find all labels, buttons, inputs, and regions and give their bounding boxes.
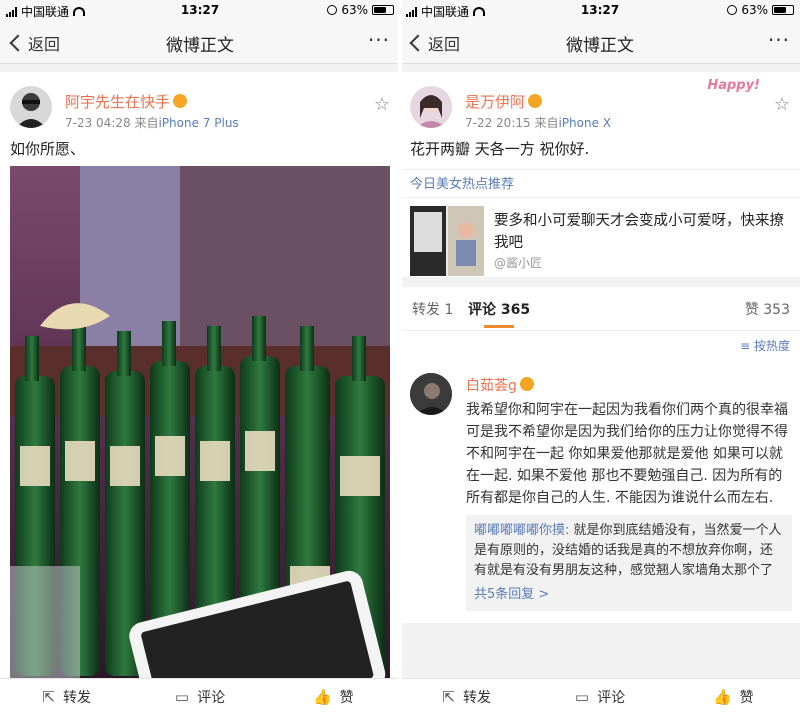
commenter-avatar[interactable] bbox=[410, 373, 452, 415]
post-photo[interactable]: 纯生 bbox=[10, 166, 390, 680]
repost-label: 转发 bbox=[62, 689, 91, 706]
commenter-name[interactable]: 白茹荟g bbox=[466, 375, 534, 395]
username-text: 阿宇先生在快手 bbox=[65, 93, 171, 111]
left-screenshot: 中国联通 13:27 63% 返回 微博正文 ··· 阿宇先生在快手 7-23 … bbox=[0, 0, 400, 714]
recommend-title: 要多和小可爱聊天才会变成小可爱呀，快来撩我吧 bbox=[494, 213, 784, 251]
status-right: 63% bbox=[727, 3, 794, 17]
vip-badge-icon bbox=[528, 94, 543, 108]
thumbs-up-icon: 👍 bbox=[712, 687, 732, 706]
panel-divider bbox=[398, 0, 402, 714]
sort-by-hot-button[interactable]: ≡ 按热度 bbox=[740, 337, 790, 354]
post-source[interactable]: iPhone 7 Plus bbox=[158, 116, 238, 130]
comment-tabs: 转发 1 评论 365 赞 353 bbox=[400, 287, 800, 331]
repost-icon: ⇱ bbox=[42, 687, 55, 706]
repost-button[interactable]: ⇱ 转发 bbox=[0, 679, 133, 714]
right-screenshot: 中国联通 13:27 63% 返回 微博正文 ··· 是万伊阿 7-22 20:… bbox=[400, 0, 800, 714]
post-text: 如你所愿、 bbox=[10, 140, 86, 158]
recommend-author: @酱小匠 bbox=[494, 256, 543, 270]
comment-label: 评论 bbox=[597, 689, 626, 706]
repost-icon: ⇱ bbox=[442, 687, 455, 706]
status-bar: 中国联通 13:27 63% bbox=[400, 0, 800, 20]
active-tab-indicator bbox=[484, 325, 514, 328]
repost-label: 转发 bbox=[462, 689, 491, 706]
source-prefix: 来自 bbox=[134, 116, 159, 130]
recommend-thumbnail bbox=[410, 206, 484, 276]
username-text: 是万伊阿 bbox=[465, 93, 526, 111]
nav-bar: 返回 微博正文 ··· bbox=[0, 20, 400, 64]
comment-text: 我希望你和阿宇在一起因为我看你们两个真的很幸福 可是我不希望你是因为我们给你的压… bbox=[466, 402, 788, 506]
post-time: 7-22 20:15 bbox=[465, 116, 531, 130]
nav-bar: 返回 微博正文 ··· bbox=[400, 20, 800, 64]
status-bar: 中国联通 13:27 63% bbox=[0, 0, 400, 20]
like-button[interactable]: 👍 赞 bbox=[267, 679, 400, 714]
vip-badge-icon bbox=[173, 94, 188, 108]
reply-author[interactable]: 嘟嘟嘟嘟嘟你摸: bbox=[474, 523, 569, 538]
vip-badge-icon bbox=[519, 377, 534, 391]
tab-comment[interactable]: 评论 365 bbox=[468, 299, 530, 319]
comment-label: 评论 bbox=[197, 689, 226, 706]
avatar[interactable] bbox=[10, 86, 52, 128]
comment-icon: ▭ bbox=[574, 687, 590, 706]
post-meta: 7-23 04:28 来自iPhone 7 Plus bbox=[65, 114, 239, 131]
thumbs-up-icon: 👍 bbox=[312, 687, 332, 706]
source-prefix: 来自 bbox=[534, 116, 559, 130]
post-header: 是万伊阿 7-22 20:15 来自iPhone X Happy! ☆ bbox=[400, 72, 800, 132]
recommend-label[interactable]: 今日美女热点推荐 bbox=[400, 169, 800, 197]
commenter-name-text: 白茹荟g bbox=[466, 378, 517, 394]
battery-icon bbox=[772, 5, 794, 15]
post-source[interactable]: iPhone X bbox=[558, 116, 611, 130]
favorite-star-icon[interactable]: ☆ bbox=[374, 94, 390, 115]
bottom-toolbar: ⇱ 转发 ▭ 评论 👍 赞 bbox=[0, 678, 400, 714]
username[interactable]: 阿宇先生在快手 bbox=[65, 91, 188, 112]
more-button[interactable]: ··· bbox=[368, 28, 390, 52]
status-right: 63% bbox=[327, 3, 394, 17]
recommend-card[interactable]: 要多和小可爱聊天才会变成小可爱呀，快来撩我吧 @酱小匠 bbox=[400, 197, 800, 277]
rotation-lock-icon bbox=[727, 5, 738, 15]
tab-like[interactable]: 赞 353 bbox=[745, 299, 790, 319]
avatar[interactable] bbox=[410, 86, 452, 128]
like-label: 赞 bbox=[339, 689, 354, 706]
battery-percent: 63% bbox=[341, 3, 368, 17]
rotation-lock-icon bbox=[327, 5, 338, 15]
comment-item: 白茹荟g 我希望你和阿宇在一起因为我看你们两个真的很幸福 可是我不希望你是因为我… bbox=[400, 363, 800, 623]
post-time: 7-23 04:28 bbox=[65, 116, 131, 130]
happy-sticker: Happy! bbox=[707, 78, 760, 93]
post-text: 花开两瓣 天各一方 祝你好. bbox=[410, 140, 590, 158]
favorite-star-icon[interactable]: ☆ bbox=[774, 94, 790, 115]
post-card: 是万伊阿 7-22 20:15 来自iPhone X Happy! ☆ 花开两瓣… bbox=[400, 72, 800, 277]
comment-icon: ▭ bbox=[174, 687, 190, 706]
reply-preview[interactable]: 嘟嘟嘟嘟嘟你摸: 就是你到底结婚没有，当然爱一个人是有原则的，没结婚的话我是真的… bbox=[466, 515, 792, 611]
battery-percent: 63% bbox=[741, 3, 768, 17]
page-title: 微博正文 bbox=[566, 36, 634, 56]
comment-button[interactable]: ▭ 评论 bbox=[533, 679, 666, 714]
bottom-toolbar: ⇱ 转发 ▭ 评论 👍 赞 bbox=[400, 678, 800, 714]
like-button[interactable]: 👍 赞 bbox=[667, 679, 800, 714]
more-button[interactable]: ··· bbox=[768, 28, 790, 52]
more-replies-link[interactable]: 共5条回复 > bbox=[474, 585, 784, 605]
like-label: 赞 bbox=[739, 689, 754, 706]
sort-row: ≡ 按热度 bbox=[400, 331, 800, 363]
tab-repost[interactable]: 转发 1 bbox=[412, 299, 453, 319]
sort-icon: ≡ bbox=[740, 339, 754, 353]
sort-label: 按热度 bbox=[753, 339, 790, 353]
repost-button[interactable]: ⇱ 转发 bbox=[400, 679, 533, 714]
post-meta: 7-22 20:15 来自iPhone X bbox=[465, 114, 611, 131]
post-header: 阿宇先生在快手 7-23 04:28 来自iPhone 7 Plus ☆ bbox=[0, 72, 400, 132]
battery-icon bbox=[372, 5, 394, 15]
page-title: 微博正文 bbox=[166, 36, 234, 56]
comment-button[interactable]: ▭ 评论 bbox=[133, 679, 266, 714]
username[interactable]: 是万伊阿 bbox=[465, 91, 543, 112]
